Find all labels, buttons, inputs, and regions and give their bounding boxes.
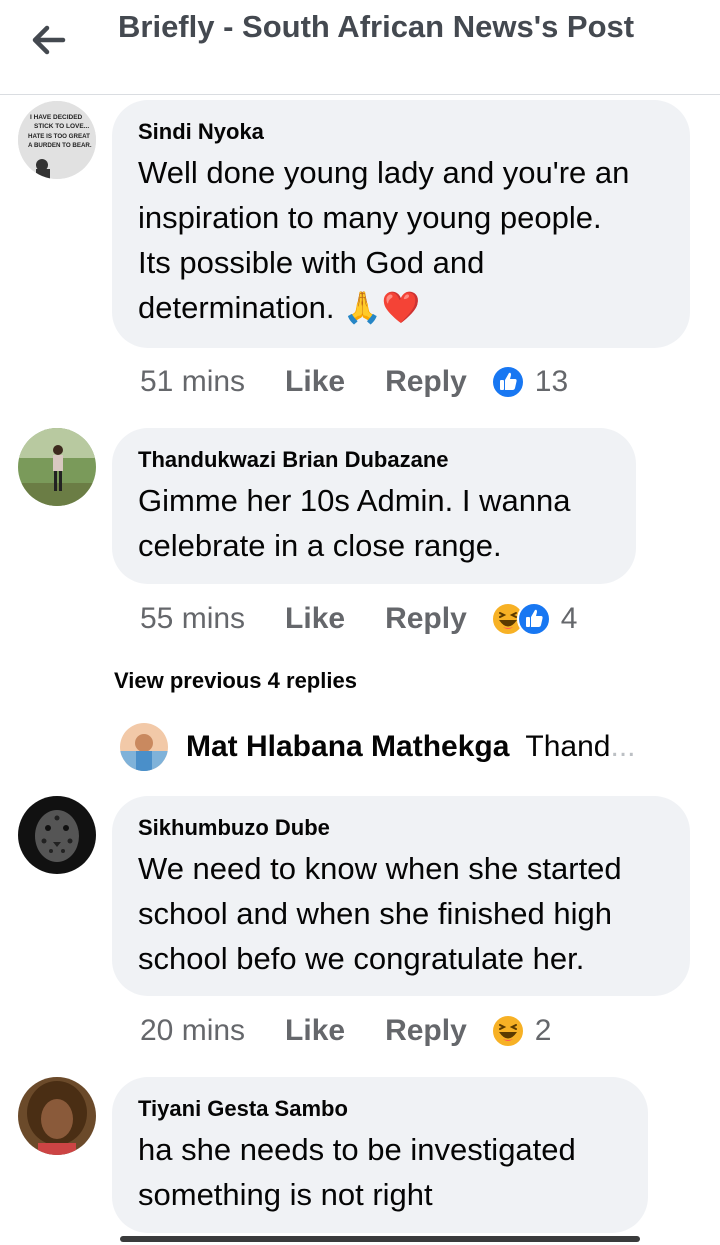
bottom-divider [120, 1236, 640, 1242]
avatar [120, 723, 168, 771]
avatar[interactable] [18, 428, 96, 506]
comment-text: Well done young lady and you're an inspi… [138, 155, 630, 325]
like-reaction-icon [490, 365, 525, 399]
arrow-left-icon [32, 25, 66, 55]
view-previous-replies-link[interactable]: View previous 4 replies [114, 668, 357, 694]
comment-bubble: Sikhumbuzo Dube We need to know when she… [112, 796, 690, 996]
reply-ellipsis: ... [610, 730, 636, 763]
profile-picture: I HAVE DECIDED STICK TO LOVE... HATE IS … [18, 101, 96, 179]
like-button[interactable]: Like [285, 602, 345, 636]
comment-text: We need to know when she started school … [138, 851, 622, 976]
reply-author: Mat Hlabana Mathekga [186, 730, 510, 763]
comment-time[interactable]: 55 mins [140, 602, 245, 636]
reaction-summary[interactable]: 13 [490, 365, 569, 399]
reaction-count: 4 [560, 602, 578, 635]
comment-bubble: Sindi Nyoka Well done young lady and you… [112, 100, 690, 348]
like-button[interactable]: Like [285, 1014, 345, 1048]
avatar[interactable] [18, 1077, 96, 1155]
comment-bubble: Thandukwazi Brian Dubazane Gimme her 10s… [112, 428, 636, 584]
svg-text:HATE IS TOO GREAT: HATE IS TOO GREAT [28, 133, 90, 140]
reply-preview[interactable]: Mat Hlabana Mathekga Thand... [120, 722, 636, 772]
comment-author[interactable]: Sikhumbuzo Dube [138, 814, 662, 842]
avatar[interactable]: I HAVE DECIDED STICK TO LOVE... HATE IS … [18, 101, 96, 179]
page-title: Briefly - South African News's Post [118, 9, 635, 44]
back-button[interactable] [28, 22, 68, 58]
profile-picture [120, 723, 168, 771]
reaction-count: 13 [534, 365, 569, 398]
comment-meta: 20 mins Like Reply 2 [140, 1009, 551, 1053]
reply-button[interactable]: Reply [385, 1014, 467, 1048]
comment-meta: 55 mins Like Reply 4 [140, 597, 577, 641]
reaction-summary[interactable]: 2 [490, 1014, 552, 1048]
avatar[interactable] [18, 796, 96, 874]
svg-text:STICK TO LOVE...: STICK TO LOVE... [34, 123, 89, 130]
reaction-summary[interactable]: 4 [490, 602, 578, 636]
profile-picture [18, 428, 96, 506]
reply-button[interactable]: Reply [385, 365, 467, 399]
comment-author[interactable]: Tiyani Gesta Sambo [138, 1095, 620, 1123]
comment-author[interactable]: Thandukwazi Brian Dubazane [138, 446, 608, 474]
comment-time[interactable]: 20 mins [140, 1014, 245, 1048]
comment-bubble: Tiyani Gesta Sambo ha she needs to be in… [112, 1077, 648, 1233]
comment-time[interactable]: 51 mins [140, 365, 245, 399]
comment-meta: 51 mins Like Reply 13 [140, 360, 568, 404]
svg-text:A BURDEN TO BEAR.: A BURDEN TO BEAR. [28, 142, 92, 149]
haha-reaction-icon [490, 1014, 525, 1048]
profile-picture [18, 796, 96, 874]
like-reaction-icon [516, 602, 551, 636]
post-header: Briefly - South African News's Post [0, 0, 720, 95]
svg-text:I HAVE DECIDED: I HAVE DECIDED [30, 114, 83, 121]
comment-author[interactable]: Sindi Nyoka [138, 118, 662, 146]
comment-text: ha she needs to be investigated somethin… [138, 1132, 576, 1212]
profile-picture [18, 1077, 96, 1155]
reply-button[interactable]: Reply [385, 602, 467, 636]
like-button[interactable]: Like [285, 365, 345, 399]
comment-text: Gimme her 10s Admin. I wanna celebrate i… [138, 483, 571, 563]
reply-snippet: Thand [525, 730, 611, 763]
reaction-count: 2 [534, 1014, 552, 1047]
